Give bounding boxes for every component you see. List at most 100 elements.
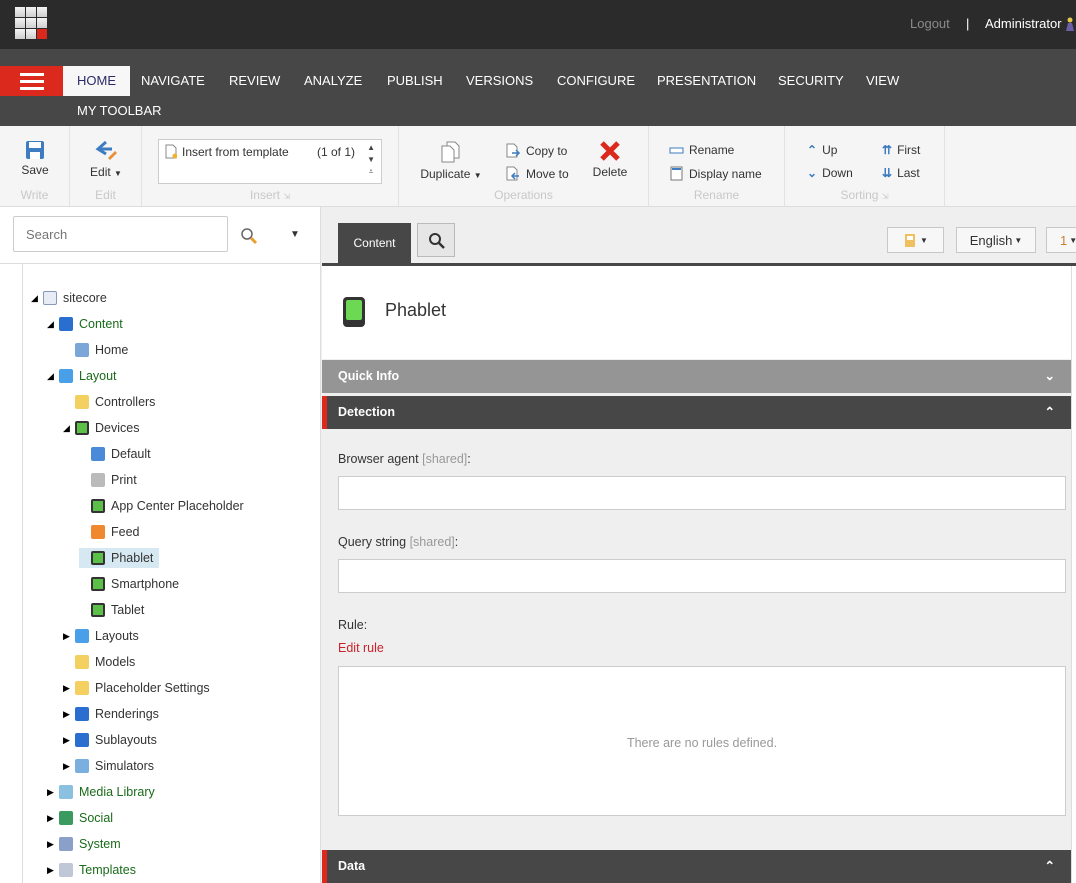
notebook-dropdown[interactable]: ▼ bbox=[887, 227, 944, 253]
collapse-toggle-icon[interactable]: ◢ bbox=[47, 371, 59, 382]
save-label: Save bbox=[21, 163, 49, 177]
tree-node[interactable]: ▶ Media Library bbox=[47, 782, 155, 802]
cubes-icon bbox=[59, 317, 73, 331]
expand-toggle-icon[interactable]: ▶ bbox=[47, 787, 59, 798]
expand-toggle-icon[interactable]: ▶ bbox=[47, 865, 59, 876]
tree-node[interactable]: Phablet bbox=[79, 548, 160, 568]
tab-view[interactable]: VIEW bbox=[852, 66, 913, 96]
user-name[interactable]: Administrator bbox=[985, 16, 1062, 31]
tree-node[interactable]: ▶ Simulators bbox=[63, 756, 154, 776]
section-data[interactable]: Data ⌃ bbox=[322, 850, 1071, 883]
delete-button[interactable]: Delete bbox=[591, 140, 629, 179]
tree-node[interactable]: ▶ Social bbox=[47, 808, 113, 828]
tree-node[interactable]: ◢ sitecore bbox=[31, 288, 107, 308]
move-to-button[interactable]: Move to bbox=[505, 166, 569, 182]
tree-node[interactable]: Default bbox=[79, 444, 151, 464]
copy-to-button[interactable]: Copy to bbox=[505, 143, 567, 159]
browser-agent-field[interactable] bbox=[338, 476, 1066, 510]
chevron-up-icon[interactable]: ⌃ bbox=[1045, 396, 1055, 429]
tree-node[interactable]: Home bbox=[63, 340, 128, 360]
tree-node[interactable]: ◢ Layout bbox=[47, 366, 117, 386]
duplicate-button[interactable]: Duplicate ▼ bbox=[419, 140, 483, 181]
content-tree: ◢ sitecore ◢ Content Home ◢ Layout Controllers ◢… bbox=[22, 264, 321, 883]
tree-node[interactable]: ▶ Templates bbox=[47, 860, 136, 880]
tree-node[interactable]: ▶ Renderings bbox=[63, 704, 159, 724]
search-icon bbox=[429, 233, 445, 249]
collapse-toggle-icon[interactable]: ◢ bbox=[31, 293, 43, 304]
search-options-dropdown-icon[interactable]: ▼ bbox=[290, 229, 300, 240]
tab-content[interactable]: Content bbox=[338, 223, 411, 263]
shared-tag: [shared] bbox=[422, 452, 468, 466]
scrollbar[interactable] bbox=[1071, 266, 1076, 883]
app-launcher-icon[interactable] bbox=[15, 7, 48, 40]
device-icon bbox=[91, 499, 105, 513]
section-detection[interactable]: Detection ⌃ bbox=[322, 396, 1071, 429]
tab-analyze[interactable]: ANALYZE bbox=[290, 66, 376, 96]
dialog-launcher-icon[interactable]: ⇲ bbox=[283, 192, 290, 201]
expand-toggle-icon[interactable]: ▶ bbox=[47, 839, 59, 850]
up-button[interactable]: ⌃ Up bbox=[807, 143, 837, 157]
search-input[interactable] bbox=[13, 216, 228, 252]
query-string-field[interactable] bbox=[338, 559, 1066, 593]
edit-button[interactable]: Edit ▼ bbox=[84, 140, 128, 179]
scroll-down-icon[interactable]: ▼ bbox=[367, 154, 375, 166]
search-icon[interactable] bbox=[240, 227, 258, 245]
tab-home[interactable]: HOME bbox=[63, 66, 130, 96]
tree-node[interactable]: ◢ Content bbox=[47, 314, 123, 334]
last-button[interactable]: ⇊ Last bbox=[882, 166, 920, 180]
logout-link[interactable]: Logout bbox=[910, 16, 950, 31]
insert-from-template-button[interactable]: Insert from template bbox=[165, 144, 289, 159]
language-dropdown[interactable]: English ▼ bbox=[956, 227, 1036, 253]
expand-toggle-icon[interactable]: ▶ bbox=[63, 709, 75, 720]
scroll-up-icon[interactable]: ▲ bbox=[367, 142, 375, 154]
dialog-launcher-icon[interactable]: ⇲ bbox=[882, 192, 889, 201]
tree-node-label: Layouts bbox=[95, 629, 139, 643]
gallery-scroll[interactable]: ▲ ▼ ⩡ bbox=[367, 142, 375, 178]
tree-node[interactable]: Print bbox=[79, 470, 137, 490]
display-name-button[interactable]: Display name bbox=[669, 166, 762, 181]
version-dropdown[interactable]: 1 ▼ bbox=[1046, 227, 1076, 253]
tree-node[interactable]: App Center Placeholder bbox=[79, 496, 244, 516]
tree-node[interactable]: ◢ Devices bbox=[63, 418, 139, 438]
tab-security[interactable]: SECURITY bbox=[764, 66, 858, 96]
search-tab-button[interactable] bbox=[417, 223, 455, 257]
tree-node[interactable]: Smartphone bbox=[79, 574, 179, 594]
tree-node[interactable]: ▶ System bbox=[47, 834, 121, 854]
section-quick-info[interactable]: Quick Info ⌄ bbox=[322, 360, 1071, 393]
tab-my-toolbar[interactable]: MY TOOLBAR bbox=[63, 96, 176, 126]
chevron-down-icon[interactable]: ⌄ bbox=[1045, 360, 1055, 393]
chevron-up-icon[interactable]: ⌃ bbox=[1045, 850, 1055, 883]
first-button[interactable]: ⇈ First bbox=[882, 143, 920, 157]
tab-publish[interactable]: PUBLISH bbox=[373, 66, 457, 96]
down-button[interactable]: ⌄ Down bbox=[807, 166, 853, 180]
delete-label: Delete bbox=[592, 165, 628, 179]
tree-node[interactable]: Controllers bbox=[63, 392, 155, 412]
tree-node[interactable]: ▶ Placeholder Settings bbox=[63, 678, 210, 698]
insert-count: (1 of 1) bbox=[317, 145, 356, 159]
rename-button[interactable]: Rename bbox=[669, 143, 734, 157]
collapse-toggle-icon[interactable]: ◢ bbox=[47, 319, 59, 330]
expand-toggle-icon[interactable]: ▶ bbox=[63, 735, 75, 746]
tree-node[interactable]: Models bbox=[63, 652, 135, 672]
collapse-toggle-icon[interactable]: ◢ bbox=[63, 423, 75, 434]
tab-navigate[interactable]: NAVIGATE bbox=[127, 66, 219, 96]
tab-presentation[interactable]: PRESENTATION bbox=[643, 66, 770, 96]
tab-configure[interactable]: CONFIGURE bbox=[543, 66, 649, 96]
expand-toggle-icon[interactable]: ▶ bbox=[47, 813, 59, 824]
group-write: Save Write bbox=[0, 126, 70, 206]
save-button[interactable]: Save bbox=[14, 140, 56, 177]
tree-node[interactable]: ▶ Sublayouts bbox=[63, 730, 157, 750]
tab-review[interactable]: REVIEW bbox=[215, 66, 294, 96]
tree-node[interactable]: Feed bbox=[79, 522, 140, 542]
item-header: Phablet bbox=[322, 266, 1071, 359]
tree-node[interactable]: ▶ Layouts bbox=[63, 626, 139, 646]
hamburger-icon[interactable] bbox=[0, 66, 63, 96]
expand-toggle-icon[interactable]: ▶ bbox=[63, 683, 75, 694]
edit-rule-link[interactable]: Edit rule bbox=[338, 641, 384, 655]
expand-toggle-icon[interactable]: ▶ bbox=[63, 761, 75, 772]
tab-versions[interactable]: VERSIONS bbox=[452, 66, 547, 96]
tree-node[interactable]: Tablet bbox=[79, 600, 144, 620]
separator: | bbox=[966, 16, 970, 31]
expand-toggle-icon[interactable]: ▶ bbox=[63, 631, 75, 642]
expand-gallery-icon[interactable]: ⩡ bbox=[367, 166, 375, 178]
